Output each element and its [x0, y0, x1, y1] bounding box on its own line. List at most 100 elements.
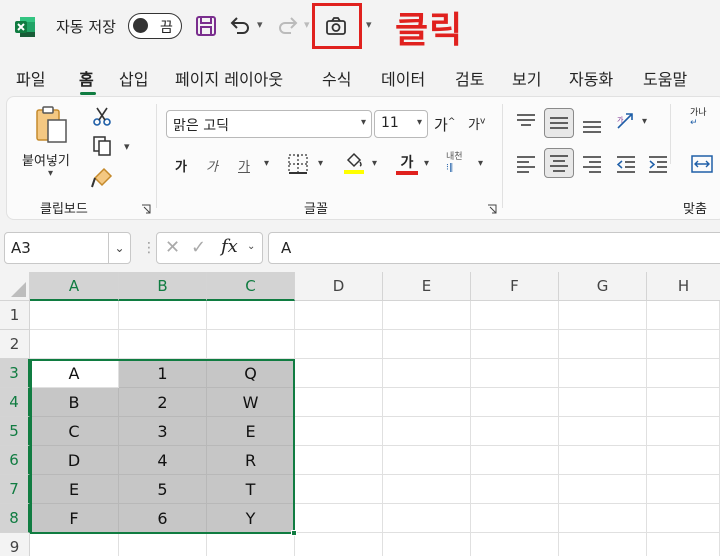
cell-f3[interactable] — [471, 359, 559, 388]
cell-d5[interactable] — [295, 417, 383, 446]
undo-icon[interactable] — [228, 14, 252, 38]
cell-e5[interactable] — [383, 417, 471, 446]
formula-input[interactable]: A — [268, 232, 720, 264]
tab-review[interactable]: 검토 — [455, 66, 484, 90]
grow-font-button[interactable]: 가^ — [434, 114, 455, 135]
cell-e2[interactable] — [383, 330, 471, 359]
phonetic-chevron-down-icon[interactable]: ▾ — [478, 158, 483, 169]
cell-f5[interactable] — [471, 417, 559, 446]
row-header-4[interactable]: 4 — [0, 388, 30, 417]
more-options-icon[interactable]: ⋮ — [142, 240, 156, 256]
cell-c9[interactable] — [207, 533, 295, 556]
column-header-e[interactable]: E — [383, 272, 471, 301]
formula-chevron-down-icon[interactable]: ⌄ — [247, 241, 255, 252]
cell-d4[interactable] — [295, 388, 383, 417]
increase-indent-icon[interactable] — [646, 152, 670, 176]
tab-help[interactable]: 도움말 — [643, 66, 687, 90]
copy-icon[interactable] — [90, 134, 114, 158]
font-color-chevron-down-icon[interactable]: ▾ — [424, 158, 429, 169]
italic-button[interactable]: 가 — [206, 156, 218, 175]
autosave-toggle[interactable]: 끔 — [128, 13, 182, 39]
fill-color-icon[interactable] — [342, 150, 366, 174]
row-header-5[interactable]: 5 — [0, 417, 30, 446]
align-top-icon[interactable] — [514, 110, 538, 134]
cell-c1[interactable] — [207, 301, 295, 330]
shrink-font-button[interactable]: 가v — [468, 114, 485, 133]
row-header-8[interactable]: 8 — [0, 504, 30, 533]
row-header-9[interactable]: 9 — [0, 533, 30, 556]
cell-d2[interactable] — [295, 330, 383, 359]
cell-g6[interactable] — [559, 446, 647, 475]
row-header-7[interactable]: 7 — [0, 475, 30, 504]
cell-g9[interactable] — [559, 533, 647, 556]
cell-h2[interactable] — [647, 330, 720, 359]
cell-f2[interactable] — [471, 330, 559, 359]
cell-g4[interactable] — [559, 388, 647, 417]
cell-b1[interactable] — [119, 301, 207, 330]
enter-icon[interactable]: ✓ — [191, 237, 206, 258]
font-name-dropdown[interactable]: 맑은 고딕 ▾ — [166, 110, 372, 138]
cell-a9[interactable] — [30, 533, 119, 556]
align-center-icon[interactable] — [544, 148, 574, 178]
wrap-text-button[interactable]: 가나 ↵ — [690, 108, 707, 128]
cell-g3[interactable] — [559, 359, 647, 388]
tab-insert[interactable]: 삽입 — [119, 66, 148, 90]
cell-h9[interactable] — [647, 533, 720, 556]
cell-g8[interactable] — [559, 504, 647, 533]
paste-label[interactable]: 붙여넣기 — [22, 150, 70, 169]
font-size-dropdown[interactable]: 11 ▾ — [374, 110, 428, 138]
cell-h7[interactable] — [647, 475, 720, 504]
insert-function-icon[interactable]: fx — [221, 236, 238, 257]
tab-home[interactable]: 홈 — [79, 66, 94, 90]
row-header-3[interactable]: 3 — [0, 359, 30, 388]
column-header-f[interactable]: F — [471, 272, 559, 301]
column-header-d[interactable]: D — [295, 272, 383, 301]
orientation-chevron-down-icon[interactable]: ▾ — [642, 116, 647, 127]
cell-h8[interactable] — [647, 504, 720, 533]
cell-e8[interactable] — [383, 504, 471, 533]
cell-d1[interactable] — [295, 301, 383, 330]
cell-h1[interactable] — [647, 301, 720, 330]
column-header-h[interactable]: H — [647, 272, 720, 301]
cell-a2[interactable] — [30, 330, 119, 359]
undo-chevron-down-icon[interactable]: ▾ — [257, 18, 263, 31]
column-header-a[interactable]: A — [30, 272, 119, 301]
name-box-chevron-down-icon[interactable]: ⌄ — [108, 233, 130, 263]
cell-g5[interactable] — [559, 417, 647, 446]
cut-icon[interactable] — [90, 104, 114, 128]
cell-d8[interactable] — [295, 504, 383, 533]
align-middle-icon[interactable] — [544, 108, 574, 138]
cell-f6[interactable] — [471, 446, 559, 475]
underline-chevron-down-icon[interactable]: ▾ — [264, 158, 269, 169]
column-header-g[interactable]: G — [559, 272, 647, 301]
paste-icon[interactable] — [34, 104, 70, 146]
cell-b9[interactable] — [119, 533, 207, 556]
column-header-c[interactable]: C — [207, 272, 295, 301]
cell-d3[interactable] — [295, 359, 383, 388]
cell-e1[interactable] — [383, 301, 471, 330]
fill-handle[interactable] — [291, 530, 297, 536]
cell-g2[interactable] — [559, 330, 647, 359]
cell-h4[interactable] — [647, 388, 720, 417]
copy-chevron-down-icon[interactable]: ▾ — [124, 140, 130, 153]
cell-e7[interactable] — [383, 475, 471, 504]
cell-f7[interactable] — [471, 475, 559, 504]
cell-d9[interactable] — [295, 533, 383, 556]
fill-color-chevron-down-icon[interactable]: ▾ — [372, 158, 377, 169]
cell-g7[interactable] — [559, 475, 647, 504]
borders-icon[interactable] — [286, 152, 310, 176]
cell-f8[interactable] — [471, 504, 559, 533]
cell-h5[interactable] — [647, 417, 720, 446]
row-header-6[interactable]: 6 — [0, 446, 30, 475]
save-icon[interactable] — [194, 14, 218, 38]
cell-d7[interactable] — [295, 475, 383, 504]
tab-view[interactable]: 보기 — [512, 66, 541, 90]
camera-icon[interactable] — [324, 14, 348, 38]
bold-button[interactable]: 가 — [175, 156, 187, 175]
underline-button[interactable]: 가 — [238, 156, 250, 175]
font-color-button[interactable]: 가 — [396, 152, 418, 176]
cell-f4[interactable] — [471, 388, 559, 417]
align-bottom-icon[interactable] — [580, 112, 604, 136]
customize-qat-chevron-icon[interactable]: ▾ — [366, 18, 372, 31]
tab-data[interactable]: 데이터 — [381, 66, 425, 90]
